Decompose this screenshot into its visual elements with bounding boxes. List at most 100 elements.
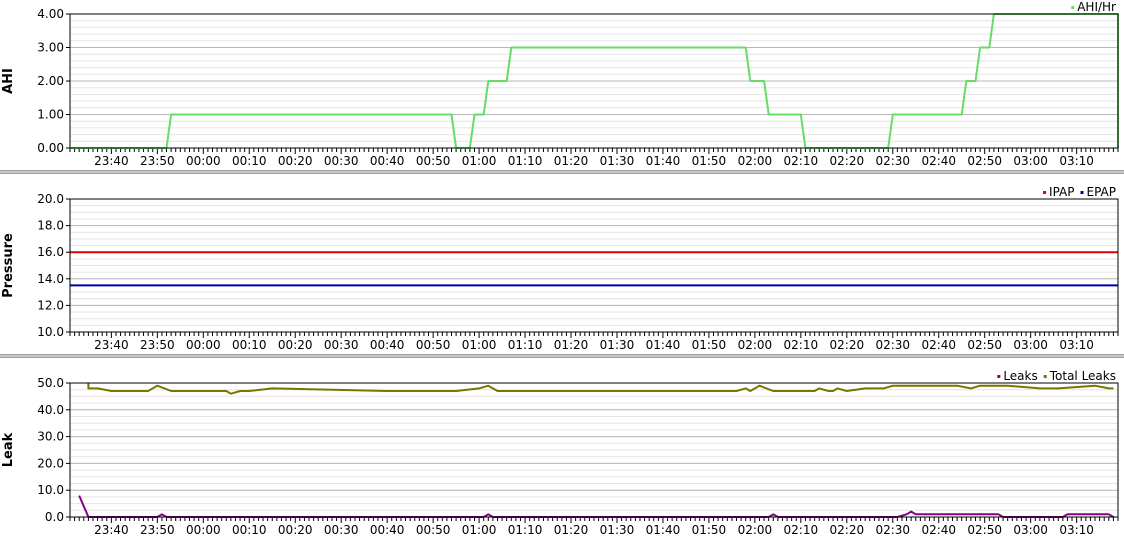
y-tick-label: 20.0	[37, 456, 64, 470]
legend-swatch	[1080, 191, 1084, 194]
x-tick-label: 01:10	[508, 154, 543, 168]
x-tick-label: 00:50	[416, 154, 451, 168]
x-tick-label: 00:10	[232, 154, 267, 168]
x-tick-label: 02:30	[875, 154, 910, 168]
x-tick-label: 23:40	[94, 154, 129, 168]
x-tick-label: 03:10	[1059, 154, 1094, 168]
x-tick-label: 00:40	[370, 338, 405, 352]
legend-swatch	[997, 375, 1001, 378]
x-tick-label: 00:40	[370, 523, 405, 537]
x-tick-label: 23:50	[140, 523, 175, 537]
x-tick-label: 01:00	[462, 523, 497, 537]
y-tick-label: 3.00	[37, 41, 64, 55]
legend-swatch	[1071, 6, 1075, 9]
y-tick-label: 40.0	[37, 403, 64, 417]
x-tick-label: 03:00	[1013, 154, 1048, 168]
x-tick-label: 01:20	[554, 338, 589, 352]
x-tick-label: 01:00	[462, 338, 497, 352]
x-tick-label: 00:10	[232, 338, 267, 352]
x-tick-label: 01:20	[554, 154, 589, 168]
y-tick-label: 10.0	[37, 325, 64, 339]
chart-panel-3: 0.0 10.0 20.0 30.0 40.0 50.0 Leak 23:40 23:50 00:…	[1, 369, 1119, 537]
cpap-report: 0.00 1.00 2.00 3.00 4.00 AHI 23:40 23:50 00:00 00…	[0, 0, 1124, 540]
x-tick-label: 02:10	[784, 338, 819, 352]
y-tick-label: 18.0	[37, 219, 64, 233]
x-tick-label: 02:50	[967, 523, 1002, 537]
y-tick-label: 0.0	[45, 510, 64, 524]
y-tick-label: 20.0	[37, 192, 64, 206]
y-axis-label: AHI	[1, 68, 16, 94]
x-tick-label: 02:20	[830, 523, 865, 537]
x-tick-label: 00:30	[324, 338, 359, 352]
y-tick-label: 16.0	[37, 245, 64, 259]
legend-label: EPAP	[1087, 185, 1117, 199]
x-tick-label: 00:30	[324, 523, 359, 537]
x-tick-label: 02:50	[967, 154, 1002, 168]
x-tick-label: 03:10	[1059, 338, 1094, 352]
y-tick-label: 0.00	[37, 141, 64, 155]
x-tick-label: 00:00	[186, 523, 221, 537]
x-tick-label: 00:40	[370, 154, 405, 168]
charts-svg: 0.00 1.00 2.00 3.00 4.00 AHI 23:40 23:50 00:00 00…	[1, 0, 1119, 537]
x-tick-label: 01:40	[646, 338, 681, 352]
legend-label: Total Leaks	[1049, 369, 1116, 383]
x-tick-label: 23:50	[140, 154, 175, 168]
x-tick-label: 00:50	[416, 523, 451, 537]
y-tick-label: 12.0	[37, 298, 64, 312]
x-tick-label: 02:40	[921, 523, 956, 537]
x-tick-label: 00:20	[278, 154, 313, 168]
x-tick-label: 00:30	[324, 154, 359, 168]
x-tick-label: 02:20	[830, 338, 865, 352]
y-tick-label: 4.00	[37, 7, 64, 21]
x-tick-label: 02:20	[830, 154, 865, 168]
x-tick-label: 00:00	[186, 338, 221, 352]
x-tick-label: 01:10	[508, 523, 543, 537]
x-tick-label: 23:40	[94, 338, 129, 352]
x-tick-label: 00:20	[278, 523, 313, 537]
y-axis-label: Leak	[1, 432, 16, 467]
x-tick-label: 02:30	[875, 523, 910, 537]
x-tick-label: 01:20	[554, 523, 589, 537]
x-tick-label: 01:50	[692, 523, 727, 537]
x-tick-label: 02:50	[967, 338, 1002, 352]
x-tick-label: 01:50	[692, 154, 727, 168]
x-tick-label: 01:40	[646, 523, 681, 537]
x-tick-label: 02:00	[738, 338, 773, 352]
y-axis-label: Pressure	[1, 233, 16, 298]
y-tick-label: 14.0	[37, 272, 64, 286]
x-tick-label: 00:10	[232, 523, 267, 537]
x-tick-label: 02:30	[875, 338, 910, 352]
x-tick-label: 01:30	[600, 338, 635, 352]
legend-label: IPAP	[1049, 185, 1074, 199]
x-tick-label: 02:00	[738, 154, 773, 168]
x-tick-label: 02:40	[921, 338, 956, 352]
x-tick-label: 02:10	[784, 523, 819, 537]
x-tick-label: 03:10	[1059, 523, 1094, 537]
x-tick-label: 01:30	[600, 154, 635, 168]
x-tick-label: 03:00	[1013, 338, 1048, 352]
legend-swatch	[1043, 375, 1047, 378]
x-tick-label: 02:40	[921, 154, 956, 168]
x-tick-label: 00:50	[416, 338, 451, 352]
y-tick-label: 2.00	[37, 74, 64, 88]
x-tick-label: 23:40	[94, 523, 129, 537]
x-tick-label: 01:30	[600, 523, 635, 537]
x-tick-label: 03:00	[1013, 523, 1048, 537]
x-tick-label: 01:40	[646, 154, 681, 168]
legend-label: Leaks	[1003, 369, 1037, 383]
x-tick-label: 01:50	[692, 338, 727, 352]
y-tick-label: 30.0	[37, 430, 64, 444]
legend-swatch	[1043, 191, 1047, 194]
legend-label: AHI/Hr	[1077, 0, 1116, 14]
x-tick-label: 00:20	[278, 338, 313, 352]
y-tick-label: 10.0	[37, 483, 64, 497]
x-tick-label: 02:00	[738, 523, 773, 537]
x-tick-label: 00:00	[186, 154, 221, 168]
x-tick-label: 02:10	[784, 154, 819, 168]
chart-panel-1: 0.00 1.00 2.00 3.00 4.00 AHI 23:40 23:50 00:00 00…	[1, 0, 1119, 168]
chart-panel-2: 10.0 12.0 14.0 16.0 18.0 20.0 Pressure 23:40 23:…	[1, 185, 1119, 352]
x-tick-label: 23:50	[140, 338, 175, 352]
x-tick-label: 01:10	[508, 338, 543, 352]
y-tick-label: 50.0	[37, 376, 64, 390]
x-tick-label: 01:00	[462, 154, 497, 168]
